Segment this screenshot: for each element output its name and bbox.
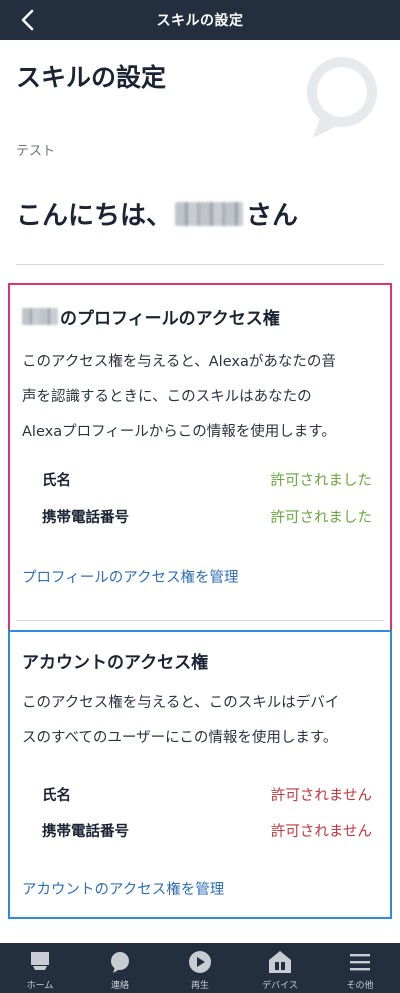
- bottom-tab-bar: ホーム 連絡 再生 デバイス その他: [0, 943, 400, 993]
- greeting: こんにちは、 さん: [16, 195, 298, 232]
- skill-name: テスト: [16, 144, 56, 159]
- divider: [16, 620, 384, 621]
- account-card-description: このアクセス権を与えると、このスキルはデバイ スのすべてのユーザーにこの情報を使…: [22, 686, 384, 756]
- page-title: スキルの設定: [16, 63, 167, 92]
- description-line: Alexaプロフィールからこの情報を使用します。: [22, 424, 336, 440]
- permission-label: 氏名: [42, 472, 71, 489]
- description-line: 声を認識するときに、このスキルはあなたの: [22, 389, 312, 405]
- greeting-prefix: こんにちは、: [16, 201, 173, 231]
- menu-icon: [350, 954, 370, 971]
- permission-label: 携帯電話番号: [42, 509, 129, 526]
- permission-label: 携帯電話番号: [42, 823, 129, 840]
- description-line: このアクセス権を与えると、このスキルはデバイ: [22, 695, 340, 711]
- description-line: このアクセス権を与えると、Alexaがあなたの音: [22, 354, 336, 370]
- top-nav-bar: スキルの設定: [0, 0, 400, 40]
- permission-status: 許可されません: [270, 823, 372, 840]
- tab-label: ホーム: [26, 981, 54, 991]
- divider: [16, 264, 384, 265]
- chevron-left-icon: [21, 9, 34, 31]
- chat-bubble-icon: [111, 952, 129, 973]
- skill-settings-screen: スキルの設定 スキルの設定 テスト こんにちは、 さん のプロフィールのアクセス…: [0, 0, 400, 993]
- greeting-suffix: さん: [246, 201, 299, 231]
- tab-more[interactable]: その他: [320, 943, 400, 993]
- redacted-profile-name: [22, 308, 58, 325]
- alexa-logo-icon: [307, 57, 377, 138]
- devices-home-icon: [269, 951, 291, 973]
- profile-access-card: のプロフィールのアクセス権 このアクセス権を与えると、Alexaがあなたの音 声…: [8, 283, 392, 649]
- tab-communicate[interactable]: 連絡: [80, 943, 160, 993]
- account-access-card: アカウントのアクセス権 このアクセス権を与えると、このスキルはデバイ スのすべて…: [8, 630, 392, 919]
- permission-row-phone: 携帯電話番号 許可されません: [42, 818, 372, 842]
- tab-label: 再生: [190, 981, 209, 991]
- permission-row-phone: 携帯電話番号 許可されました: [42, 504, 372, 528]
- back-button[interactable]: [14, 6, 42, 34]
- tab-home[interactable]: ホーム: [0, 943, 80, 993]
- redacted-user-name: [175, 201, 244, 226]
- permission-row-name: 氏名 許可されません: [42, 782, 372, 806]
- account-card-title: アカウントのアクセス権: [22, 653, 209, 673]
- tab-label: その他: [346, 981, 374, 991]
- permission-status: 許可されました: [270, 509, 373, 526]
- profile-card-description: このアクセス権を与えると、Alexaがあなたの音 声を認識するときに、このスキル…: [22, 345, 384, 450]
- nav-title: スキルの設定: [156, 13, 244, 29]
- permission-row-name: 氏名 許可されました: [42, 467, 372, 491]
- main-content[interactable]: スキルの設定 テスト こんにちは、 さん のプロフィールのアクセス権 このアクセ…: [0, 40, 400, 943]
- home-icon: [31, 952, 49, 970]
- tab-label: デバイス: [262, 981, 298, 991]
- tab-devices[interactable]: デバイス: [240, 943, 320, 993]
- tab-label: 連絡: [110, 981, 129, 991]
- tab-play[interactable]: 再生: [160, 943, 240, 993]
- permission-status: 許可されました: [270, 472, 373, 489]
- permission-label: 氏名: [42, 787, 71, 804]
- play-icon: [189, 951, 211, 973]
- profile-card-title-text: のプロフィールのアクセス権: [60, 309, 280, 329]
- manage-account-access-link[interactable]: アカウントのアクセス権を管理: [22, 878, 224, 899]
- permission-status: 許可されません: [270, 787, 372, 804]
- manage-profile-access-link[interactable]: プロフィールのアクセス権を管理: [22, 566, 238, 587]
- profile-card-title: のプロフィールのアクセス権: [22, 304, 280, 329]
- description-line: スのすべてのユーザーにこの情報を使用します。: [22, 730, 338, 746]
